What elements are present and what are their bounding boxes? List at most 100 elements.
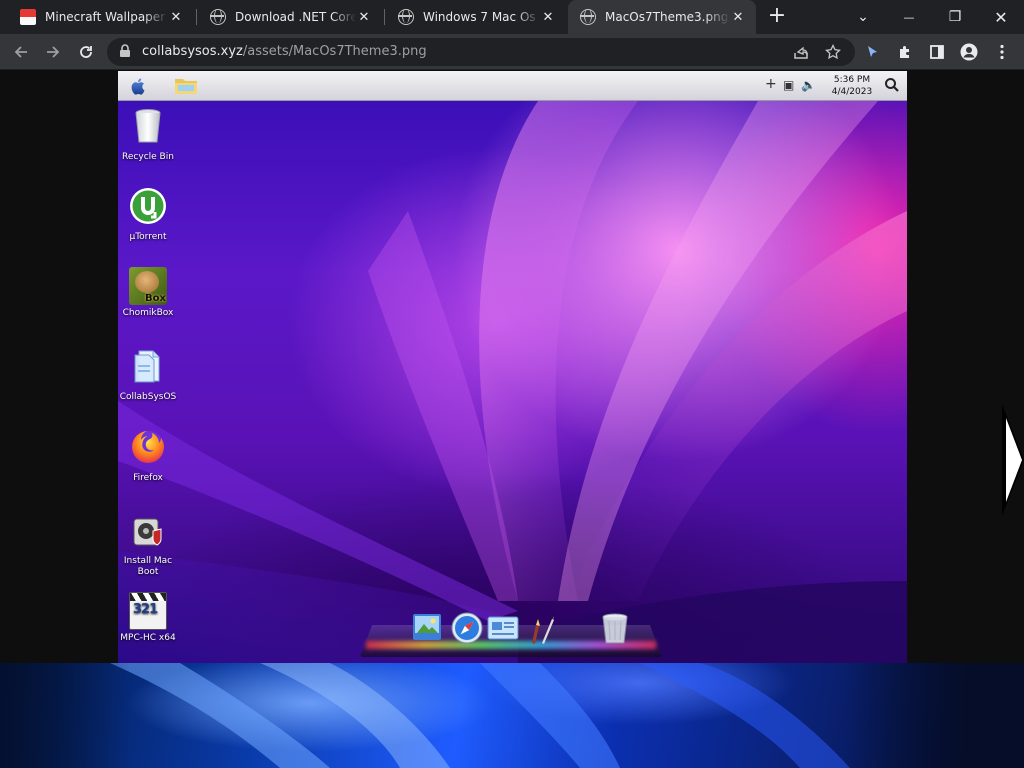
clock-date: 4/4/2023	[831, 87, 873, 97]
share-button[interactable]	[789, 40, 813, 64]
side-panel-button[interactable]	[925, 40, 949, 64]
close-window-button[interactable]: ✕	[978, 0, 1024, 34]
spotlight-search-icon[interactable]	[884, 77, 900, 93]
profile-button[interactable]	[957, 40, 981, 64]
desktop-icon-label: Install Mac Boot	[118, 556, 178, 578]
desktop-icon-label: ChomikBox	[122, 308, 174, 318]
add-icon[interactable]: +	[765, 76, 777, 92]
url-host: collabsysos.xyz	[142, 44, 243, 59]
collabsysos-icon	[134, 350, 160, 383]
tab-title: Windows 7 Mac Os Edi	[423, 10, 540, 24]
mac-desktop: Recycle Bin µTorrent Box ChomikBox Colla…	[118, 101, 907, 663]
url-text: collabsysos.xyz/assets/MacOs7Theme3.png	[142, 44, 427, 59]
desktop-icon-label-line2: Boot	[137, 567, 159, 577]
globe-icon	[398, 9, 414, 25]
tab-close-icon[interactable]: ✕	[356, 9, 372, 25]
utorrent-icon	[130, 188, 166, 224]
back-button[interactable]	[9, 40, 33, 64]
tab-windows-7-mac-os[interactable]: Windows 7 Mac Os Edi ✕	[386, 0, 566, 34]
cursor-extension-icon	[868, 46, 877, 57]
reload-icon	[80, 46, 92, 58]
tab-title: MacOs7Theme3.png (1	[605, 10, 730, 24]
browser-toolbar: collabsysos.xyz/assets/MacOs7Theme3.png	[0, 34, 1024, 70]
tab-separator	[196, 9, 197, 25]
chomik-face	[135, 271, 159, 293]
chomikbox-badge: Box	[145, 293, 166, 304]
desktop-icon-install-mac-boot[interactable]: Install Mac Boot	[118, 511, 178, 578]
mac-dock	[360, 611, 662, 661]
url-path: /assets/MacOs7Theme3.png	[242, 44, 427, 59]
address-bar[interactable]: collabsysos.xyz/assets/MacOs7Theme3.png	[107, 38, 855, 66]
mpc-hc-icon: 321	[129, 592, 167, 630]
desktop-icon-firefox[interactable]: Firefox	[118, 428, 178, 484]
tab-minecraft-wallpaper[interactable]: Minecraft Wallpaper - C ✕	[8, 0, 194, 34]
tab-close-icon[interactable]: ✕	[730, 9, 746, 25]
tab-title: Download .NET Core 3.	[235, 10, 356, 24]
safari-icon[interactable]	[450, 611, 484, 647]
new-tab-button[interactable]: +	[766, 5, 788, 28]
globe-icon	[210, 9, 226, 25]
bookmark-button[interactable]	[821, 40, 845, 64]
desktop-icon-label: CollabSysOS	[119, 392, 177, 402]
wallpaper-shade-left	[0, 663, 130, 768]
tab-title: Minecraft Wallpaper - C	[45, 10, 168, 24]
clock-time: 5:36 PM	[833, 75, 871, 85]
star-icon	[825, 44, 841, 60]
tab-search-button[interactable]: ⌄	[840, 0, 886, 34]
pen-tool-icon[interactable]	[524, 611, 558, 647]
dock-trash-icon[interactable]	[598, 611, 632, 647]
recycle-bin-icon	[135, 109, 161, 143]
tab-download-net-core[interactable]: Download .NET Core 3. ✕	[198, 0, 382, 34]
desktop-icon-collabsysos[interactable]: CollabSysOS	[118, 347, 178, 403]
mac-menu-bar: + ▣ 🔈 5:36 PM 4/4/2023	[118, 71, 907, 101]
mpc-badge: 321	[133, 602, 158, 617]
share-icon	[794, 46, 808, 59]
restore-button[interactable]: ❐	[932, 0, 978, 34]
menubar-clock[interactable]: 5:36 PM 4/4/2023	[822, 74, 882, 98]
desktop-icon-chomikbox[interactable]: Box ChomikBox	[118, 267, 178, 319]
desktop-icon-mpc-hc[interactable]: 321 MPC-HC x64	[118, 592, 178, 644]
desktop-icon-label-line1: Install Mac	[123, 556, 173, 566]
desktop-icon-label: µTorrent	[129, 232, 167, 242]
network-icon[interactable]: ▣	[783, 78, 794, 92]
lock-icon[interactable]	[119, 44, 131, 58]
windows-wallpaper-strip	[0, 663, 1024, 768]
puzzle-icon	[900, 46, 909, 58]
desktop-icon-label: Firefox	[133, 473, 163, 483]
next-image-arrow-icon[interactable]	[1000, 402, 1024, 518]
wallpaper-shade-right	[844, 663, 1024, 768]
menu-button[interactable]	[990, 40, 1014, 64]
kebab-menu-icon	[1000, 44, 1004, 60]
page-viewport: + ▣ 🔈 5:36 PM 4/4/2023 Recycle Bin µTorr…	[0, 71, 1024, 768]
finder-icon[interactable]	[410, 611, 444, 647]
desktop-icon-label: Recycle Bin	[122, 152, 174, 162]
folder-icon[interactable]	[174, 76, 198, 96]
extensions-button[interactable]	[893, 40, 917, 64]
chomikbox-icon: Box	[129, 267, 167, 305]
side-panel-icon	[930, 45, 944, 59]
tab-close-icon[interactable]: ✕	[168, 9, 184, 25]
forward-arrow-icon	[47, 46, 60, 58]
extension-cursor-button[interactable]	[860, 40, 884, 64]
apple-logo-icon	[131, 78, 145, 95]
firefox-icon	[132, 431, 164, 463]
desktop-icon-utorrent[interactable]: µTorrent	[118, 187, 178, 243]
tab-separator	[384, 9, 385, 25]
profile-avatar-icon	[960, 43, 978, 61]
tab-strip: Minecraft Wallpaper - C ✕ Download .NET …	[0, 0, 1024, 34]
back-arrow-icon	[14, 46, 27, 58]
tab-close-icon[interactable]: ✕	[540, 9, 556, 25]
globe-icon	[580, 9, 596, 25]
tab-macos7theme3[interactable]: MacOs7Theme3.png (1 ✕	[568, 0, 756, 34]
install-mac-boot-icon	[133, 518, 162, 546]
wallpaper-rays	[118, 101, 907, 663]
minimize-button[interactable]: —	[886, 0, 932, 34]
forward-button[interactable]	[41, 40, 65, 64]
macos-theme-screenshot: + ▣ 🔈 5:36 PM 4/4/2023 Recycle Bin µTorr…	[118, 71, 907, 663]
minecraft-favicon-icon	[20, 9, 36, 25]
volume-icon[interactable]: 🔈	[801, 78, 816, 92]
desktop-icon-label: MPC-HC x64	[120, 633, 176, 643]
preview-icon[interactable]	[486, 611, 520, 647]
reload-button[interactable]	[74, 40, 98, 64]
desktop-icon-recycle-bin[interactable]: Recycle Bin	[118, 107, 178, 163]
